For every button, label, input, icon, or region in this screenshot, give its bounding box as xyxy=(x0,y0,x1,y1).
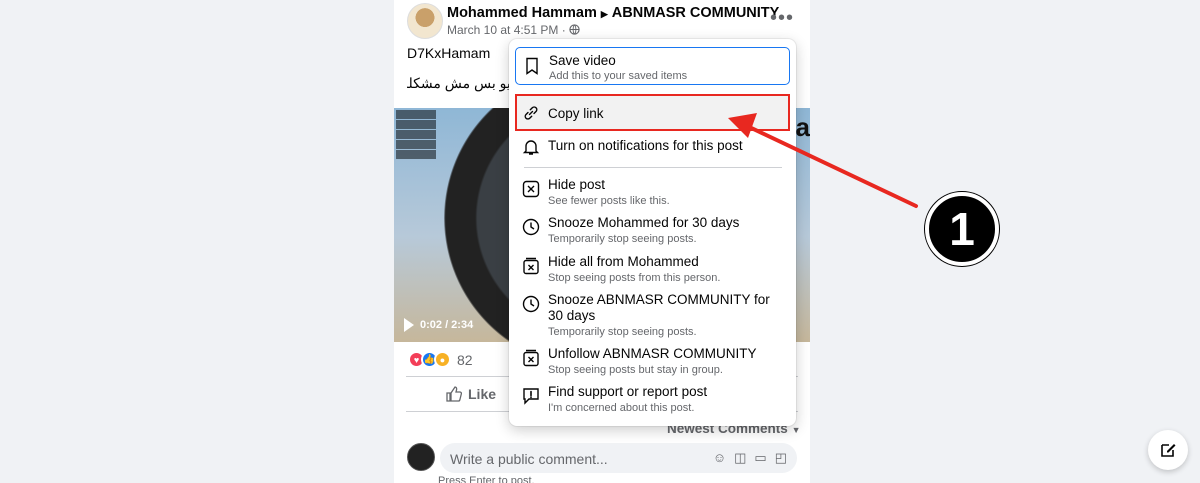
play-icon[interactable] xyxy=(404,318,414,332)
sticker-icon[interactable]: ◰ xyxy=(775,450,787,466)
emoji-icon[interactable]: ☺ xyxy=(713,450,726,466)
menu-item-title: Snooze ABNMASR COMMUNITY for 30 days xyxy=(548,292,770,323)
post-options-menu: Save video Add this to your saved items … xyxy=(509,39,796,426)
menu-item-hide-all[interactable]: Hide all from Mohammed Stop seeing posts… xyxy=(515,254,790,286)
video-hud xyxy=(396,110,436,160)
new-message-button[interactable] xyxy=(1148,430,1188,470)
post-meta: March 10 at 4:51 PM · xyxy=(447,23,580,37)
menu-item-unfollow-group[interactable]: Unfollow ABNMASR COMMUNITY Stop seeing p… xyxy=(515,346,790,378)
menu-item-subtitle: See fewer posts like this. xyxy=(548,195,670,207)
link-icon xyxy=(524,106,538,120)
globe-icon xyxy=(569,24,580,35)
more-options-icon[interactable]: ••• xyxy=(770,8,794,28)
report-icon xyxy=(523,388,539,405)
video-time: 0:02 / 2:34 xyxy=(420,319,474,331)
author-avatar[interactable] xyxy=(407,3,443,39)
menu-item-subtitle: Temporarily stop seeing posts. xyxy=(548,233,697,245)
clock-icon xyxy=(522,218,540,236)
menu-item-hide-post[interactable]: Hide post See fewer posts like this. xyxy=(515,177,790,209)
thumbs-up-icon xyxy=(446,386,462,402)
commenter-avatar xyxy=(407,443,435,471)
bookmark-icon xyxy=(526,57,538,75)
menu-item-notifications[interactable]: Turn on notifications for this post xyxy=(515,137,790,159)
menu-item-subtitle: Temporarily stop seeing posts. xyxy=(548,326,697,338)
video-controls: 0:02 / 2:34 xyxy=(404,318,473,332)
compose-icon xyxy=(1161,444,1176,457)
reaction-count: 82 xyxy=(457,351,473,368)
menu-item-title: Hide post xyxy=(548,177,606,192)
menu-item-subtitle: Add this to your saved items xyxy=(549,70,688,82)
author-name[interactable]: Mohammed Hammam xyxy=(447,5,597,21)
reactions-summary[interactable]: ♥ 👍 ● 82 xyxy=(408,351,473,368)
menu-item-title: Unfollow ABNMASR COMMUNITY xyxy=(548,346,757,361)
press-enter-hint: Press Enter to post. xyxy=(438,475,535,483)
like-button[interactable]: Like xyxy=(446,386,496,402)
comment-placeholder: Write a public comment... xyxy=(450,451,608,467)
menu-item-subtitle: Stop seeing posts from this person. xyxy=(548,272,721,284)
post-text-line2: ديو بس مش مشكله xyxy=(407,75,517,91)
menu-item-title: Turn on notifications for this post xyxy=(548,138,743,153)
menu-item-subtitle: I'm concerned about this post. xyxy=(548,402,695,414)
menu-item-title: Save video xyxy=(549,53,616,68)
hide-box-icon xyxy=(522,180,540,198)
comment-tools: ☺ ◫ ▭ ◰ xyxy=(713,450,787,466)
chevron-down-icon: ▼ xyxy=(791,425,801,435)
hide-all-icon xyxy=(523,257,539,275)
wow-reaction-icon: ● xyxy=(434,351,451,368)
menu-item-report[interactable]: Find support or report post I'm concerne… xyxy=(515,384,790,416)
menu-item-snooze-group[interactable]: Snooze ABNMASR COMMUNITY for 30 days Tem… xyxy=(515,292,790,340)
menu-item-title: Copy link xyxy=(548,106,604,121)
step-number-badge: 1 xyxy=(925,192,999,266)
comment-input[interactable]: Write a public comment... ☺ ◫ ▭ ◰ xyxy=(440,443,797,473)
menu-item-copy-link[interactable]: Copy link xyxy=(515,94,790,131)
menu-item-title: Find support or report post xyxy=(548,384,708,399)
menu-item-title: Snooze Mohammed for 30 days xyxy=(548,215,740,230)
unfollow-icon xyxy=(523,349,539,367)
like-label: Like xyxy=(468,386,497,402)
camera-icon[interactable]: ◫ xyxy=(734,450,746,466)
menu-item-snooze-person[interactable]: Snooze Mohammed for 30 days Temporarily … xyxy=(515,215,790,247)
menu-divider xyxy=(524,167,782,168)
menu-item-save-video[interactable]: Save video Add this to your saved items xyxy=(515,47,790,85)
gif-icon[interactable]: ▭ xyxy=(754,450,766,466)
post-header-title: Mohammed Hammam ▶ ABNMASR COMMUNITY xyxy=(447,5,779,21)
post-text-line1: D7KxHamam xyxy=(407,45,491,61)
clock-icon xyxy=(522,295,540,313)
bell-icon xyxy=(522,140,540,155)
arrow-right-icon: ▶ xyxy=(600,9,608,19)
group-name[interactable]: ABNMASR COMMUNITY xyxy=(612,5,780,21)
post-date[interactable]: March 10 at 4:51 PM xyxy=(447,23,558,37)
menu-item-title: Hide all from Mohammed xyxy=(548,254,699,269)
menu-item-subtitle: Stop seeing posts but stay in group. xyxy=(548,364,723,376)
